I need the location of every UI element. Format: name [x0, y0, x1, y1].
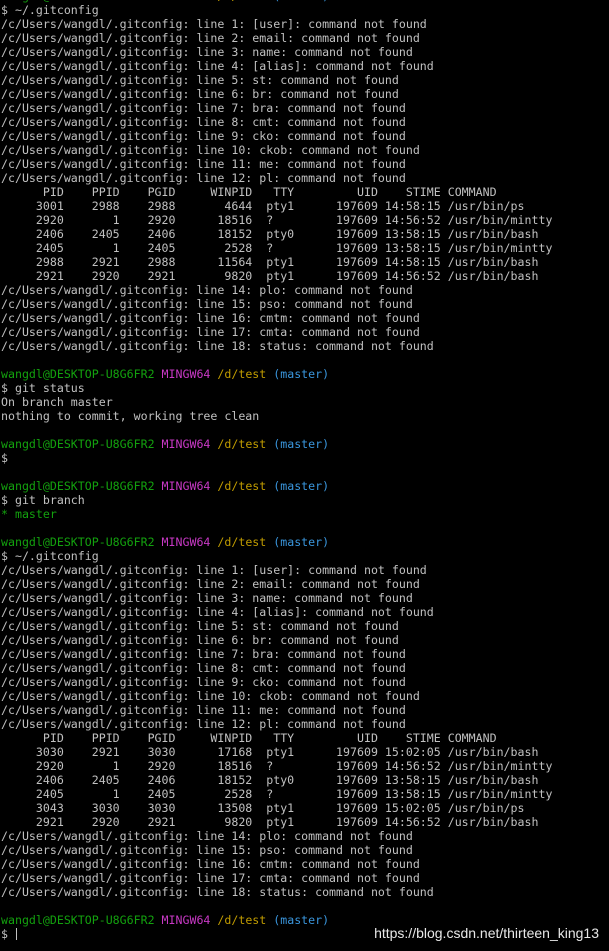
output-line: 3043 3030 3030 13508 pty1 197609 15:02:0…: [1, 801, 525, 815]
prompt-path: /d/test: [217, 437, 267, 451]
prompt-user-host: wangdl@DESKTOP-U8G6FR2: [1, 437, 155, 451]
output-line: 2406 2405 2406 18152 pty0 197609 13:58:1…: [1, 773, 539, 787]
prompt-shell: MINGW64: [161, 535, 211, 549]
output-line: /c/Users/wangdl/.gitconfig: line 12: pl:…: [1, 717, 406, 731]
prompt-path: /d/test: [217, 479, 267, 493]
watermark: https://blog.csdn.net/thirteen_king13: [374, 925, 599, 941]
output-line: 2920 1 2920 18516 ? 197609 14:56:52 /usr…: [1, 759, 553, 773]
input-prompt-symbol: $: [1, 927, 15, 941]
output-line: /c/Users/wangdl/.gitconfig: line 5: st: …: [1, 619, 399, 633]
prompt-path: /d/test: [217, 535, 267, 549]
output-line: /c/Users/wangdl/.gitconfig: line 17: cmt…: [1, 325, 420, 339]
output-line: $ git status: [1, 381, 85, 395]
output-line: /c/Users/wangdl/.gitconfig: line 7: bra:…: [1, 647, 406, 661]
output-line: 2405 1 2405 2528 ? 197609 13:58:15 /usr/…: [1, 787, 553, 801]
prompt-shell: MINGW64: [161, 437, 211, 451]
output-line: 2921 2920 2921 9820 pty1 197609 14:56:52…: [1, 815, 539, 829]
prompt-branch: (master): [273, 913, 330, 927]
output-line: 2921 2920 2921 9820 pty1 197609 14:56:52…: [1, 269, 539, 283]
prompt-branch: (master): [273, 535, 330, 549]
output-line: /c/Users/wangdl/.gitconfig: line 2: emai…: [1, 31, 420, 45]
output-line: /c/Users/wangdl/.gitconfig: line 18: sta…: [1, 885, 434, 899]
output-line: /c/Users/wangdl/.gitconfig: line 6: br: …: [1, 87, 399, 101]
output-line: 3001 2988 2988 4644 pty1 197609 14:58:15…: [1, 199, 525, 213]
output-line: /c/Users/wangdl/.gitconfig: line 12: pl:…: [1, 171, 406, 185]
output-line: /c/Users/wangdl/.gitconfig: line 15: pso…: [1, 297, 413, 311]
output-line: /c/Users/wangdl/.gitconfig: line 5: st: …: [1, 73, 399, 87]
prompt-branch: (master): [273, 367, 330, 381]
output-line: $ ~/.gitconfig: [1, 549, 99, 563]
output-line: /c/Users/wangdl/.gitconfig: line 16: cmt…: [1, 857, 420, 871]
output-line: /c/Users/wangdl/.gitconfig: line 10: cko…: [1, 689, 420, 703]
prompt-line: wangdl@DESKTOP-U8G6FR2 MINGW64 /d/test (…: [1, 437, 609, 451]
output-line: /c/Users/wangdl/.gitconfig: line 8: cmt:…: [1, 115, 406, 129]
output-line: PID PPID PGID WINPID TTY UID STIME COMMA…: [1, 731, 497, 745]
output-line: /c/Users/wangdl/.gitconfig: line 4: [ali…: [1, 59, 434, 73]
output-line: /c/Users/wangdl/.gitconfig: line 2: emai…: [1, 577, 420, 591]
output-line: /c/Users/wangdl/.gitconfig: line 9: cko:…: [1, 129, 406, 143]
output-line: PID PPID PGID WINPID TTY UID STIME COMMA…: [1, 185, 497, 199]
prompt-path: /d/test: [217, 913, 267, 927]
output-line: /c/Users/wangdl/.gitconfig: line 14: plo…: [1, 829, 413, 843]
output-line: /c/Users/wangdl/.gitconfig: line 11: me:…: [1, 703, 406, 717]
output-line: On branch master: [1, 395, 113, 409]
text-cursor: [15, 928, 17, 940]
prompt-user-host: wangdl@DESKTOP-U8G6FR2: [1, 913, 155, 927]
prompt-line: wangdl@DESKTOP-U8G6FR2 MINGW64 /d/test (…: [1, 535, 609, 549]
current-branch: * master: [1, 507, 57, 521]
prompt-line: wangdl@DESKTOP-U8G6FR2 MINGW64 /d/test (…: [1, 479, 609, 493]
terminal-output[interactable]: wangdl@DESKTOP-U8G6FR2 MINGW64 /d/test (…: [1, 0, 609, 941]
output-line: /c/Users/wangdl/.gitconfig: line 8: cmt:…: [1, 661, 406, 675]
branch-list-item: * master: [1, 507, 609, 521]
output-line: /c/Users/wangdl/.gitconfig: line 16: cmt…: [1, 311, 420, 325]
output-line: 2920 1 2920 18516 ? 197609 14:56:52 /usr…: [1, 213, 553, 227]
output-line: 2405 1 2405 2528 ? 197609 13:58:15 /usr/…: [1, 241, 553, 255]
prompt-branch: (master): [273, 0, 329, 3]
output-line: /c/Users/wangdl/.gitconfig: line 9: cko:…: [1, 675, 406, 689]
prompt-path: /d/test: [217, 0, 266, 3]
prompt-line: wangdl@DESKTOP-U8G6FR2 MINGW64 /d/test (…: [1, 367, 609, 381]
output-line: $ git branch: [1, 493, 85, 507]
output-line: /c/Users/wangdl/.gitconfig: line 14: plo…: [1, 283, 413, 297]
output-line: /c/Users/wangdl/.gitconfig: line 15: pso…: [1, 843, 413, 857]
output-line: /c/Users/wangdl/.gitconfig: line 10: cko…: [1, 143, 420, 157]
output-line: nothing to commit, working tree clean: [1, 409, 260, 423]
output-line: /c/Users/wangdl/.gitconfig: line 3: name…: [1, 591, 413, 605]
prompt-branch: (master): [273, 437, 330, 451]
prompt-user-host: wangdl@DESKTOP-U8G6FR2: [1, 367, 155, 381]
prompt-shell: MINGW64: [162, 0, 211, 3]
output-line: /c/Users/wangdl/.gitconfig: line 11: me:…: [1, 157, 406, 171]
prompt-shell: MINGW64: [161, 479, 211, 493]
prompt-branch: (master): [273, 479, 330, 493]
output-line: /c/Users/wangdl/.gitconfig: line 4: [ali…: [1, 605, 434, 619]
prompt-user-host: wangdl@DESKTOP-U8G6FR2: [1, 479, 155, 493]
output-line: /c/Users/wangdl/.gitconfig: line 18: sta…: [1, 339, 434, 353]
output-line: /c/Users/wangdl/.gitconfig: line 1: [use…: [1, 563, 427, 577]
output-line: 2406 2405 2406 18152 pty0 197609 13:58:1…: [1, 227, 539, 241]
output-line: /c/Users/wangdl/.gitconfig: line 17: cmt…: [1, 871, 420, 885]
output-line: /c/Users/wangdl/.gitconfig: line 1: [use…: [1, 17, 427, 31]
output-line: 2988 2921 2988 11564 pty1 197609 14:58:1…: [1, 255, 539, 269]
prompt-path: /d/test: [217, 367, 267, 381]
output-line: 3030 2921 3030 17168 pty1 197609 15:02:0…: [1, 745, 539, 759]
output-line: $ ~/.gitconfig: [1, 3, 99, 17]
output-line: /c/Users/wangdl/.gitconfig: line 7: bra:…: [1, 101, 406, 115]
prompt-user-host: wangdl@DESKTOP-U8G6FR2: [1, 535, 155, 549]
prompt-shell: MINGW64: [161, 913, 211, 927]
output-line: $: [1, 451, 8, 465]
output-line: /c/Users/wangdl/.gitconfig: line 6: br: …: [1, 633, 399, 647]
prompt-shell: MINGW64: [161, 367, 211, 381]
output-line: /c/Users/wangdl/.gitconfig: line 3: name…: [1, 45, 413, 59]
